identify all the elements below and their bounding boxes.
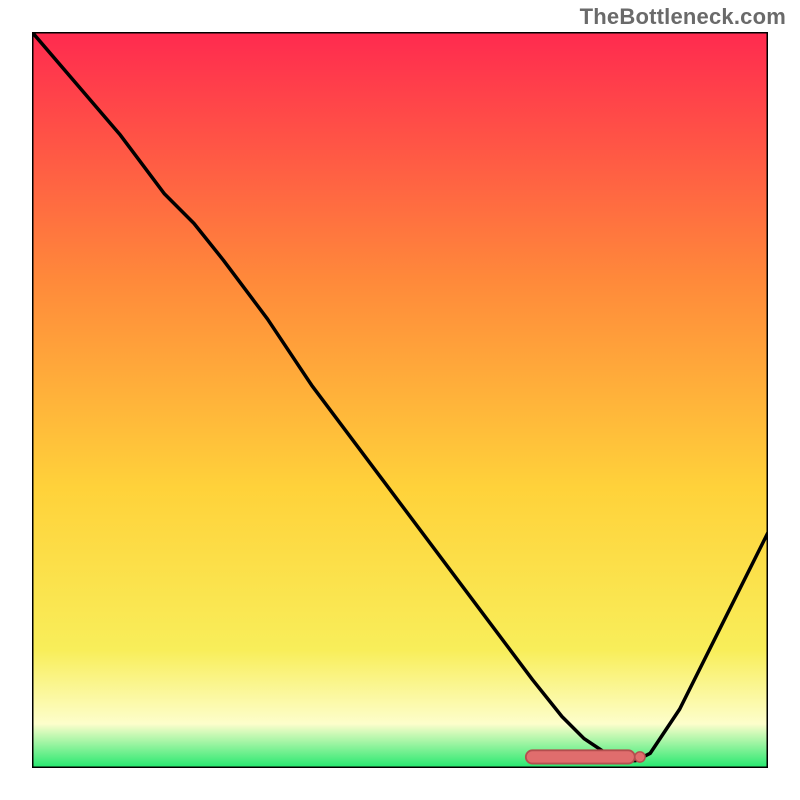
- chart-svg: [32, 32, 768, 768]
- gradient-background: [32, 32, 768, 768]
- watermark-text: TheBottleneck.com: [580, 4, 786, 30]
- plot-area: [32, 32, 768, 768]
- optimal-range-markers: [526, 750, 645, 763]
- chart-stage: TheBottleneck.com: [0, 0, 800, 800]
- marker-pill: [526, 750, 635, 763]
- marker-dot: [635, 752, 645, 762]
